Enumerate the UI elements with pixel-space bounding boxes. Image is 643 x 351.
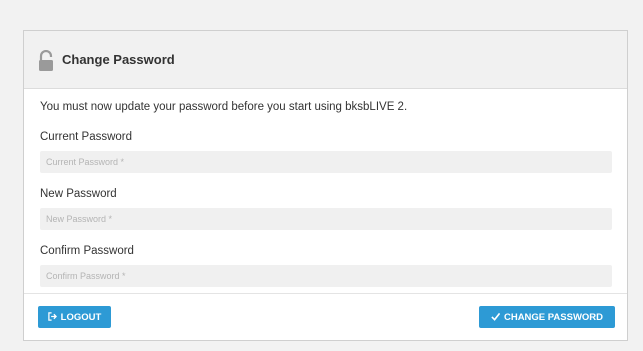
lock-open-icon bbox=[38, 49, 54, 72]
panel-header: Change Password bbox=[24, 31, 627, 89]
change-password-panel: Change Password You must now update your… bbox=[23, 30, 628, 341]
confirm-password-label: Confirm Password bbox=[40, 245, 134, 257]
change-password-button[interactable]: CHANGE PASSWORD bbox=[479, 306, 615, 328]
current-password-label: Current Password bbox=[40, 131, 133, 143]
new-password-input[interactable] bbox=[40, 208, 612, 230]
check-icon bbox=[491, 312, 501, 323]
panel-body: You must now update your password before… bbox=[24, 89, 627, 287]
change-password-label: CHANGE PASSWORD bbox=[503, 311, 604, 323]
intro-text: You must now update your password before… bbox=[40, 101, 408, 113]
confirm-password-input[interactable] bbox=[40, 265, 612, 287]
sign-out-icon bbox=[47, 311, 57, 323]
panel-footer: LOGOUT CHANGE PASSWORD bbox=[24, 293, 627, 340]
logout-button[interactable]: LOGOUT bbox=[38, 306, 111, 328]
panel-title: Change Password bbox=[62, 52, 175, 67]
logout-label: LOGOUT bbox=[60, 311, 102, 323]
new-password-label: New Password bbox=[40, 188, 117, 200]
current-password-input[interactable] bbox=[40, 151, 612, 173]
